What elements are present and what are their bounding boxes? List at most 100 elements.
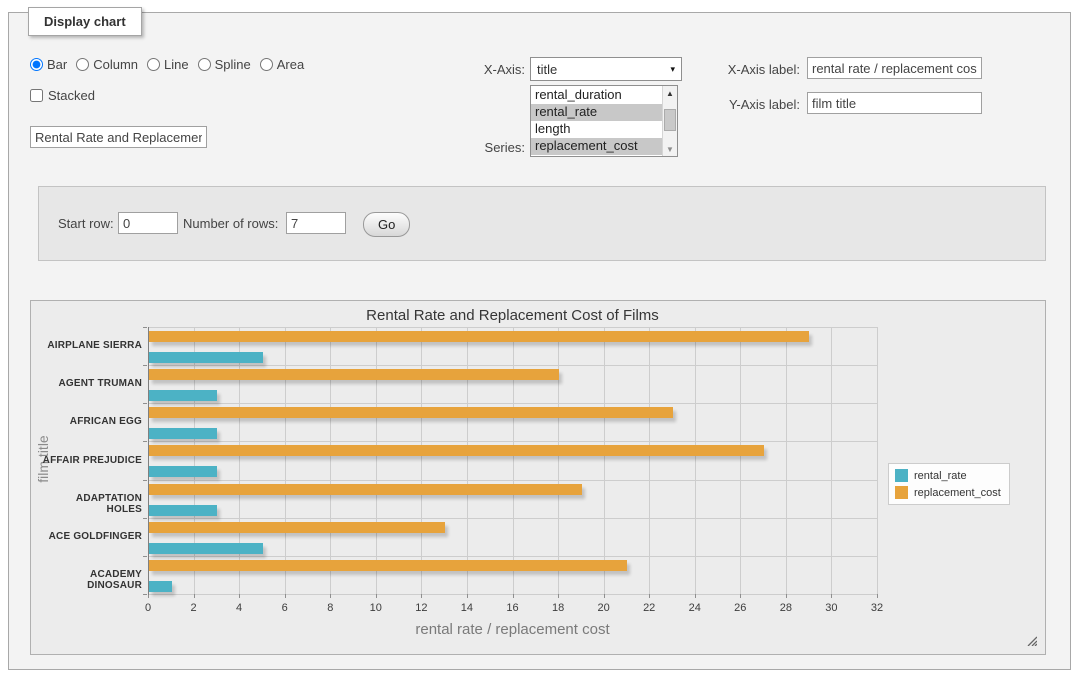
x-tick-label: 26 [725,602,755,614]
x-tick-label: 12 [406,602,436,614]
series-scrollbar[interactable]: ▲ ▼ [662,86,677,156]
bar-rental_rate [149,390,217,401]
category-label: ACADEMY DINOSAUR [40,569,142,591]
number-of-rows-input[interactable] [286,212,346,234]
bar-rental_rate [149,428,217,439]
category-label: AGENT TRUMAN [40,378,142,389]
radio-option-line[interactable]: Line [147,57,189,72]
x-tick-mark [695,594,696,598]
gridline-vertical [604,327,605,594]
column-radio[interactable] [76,58,89,71]
go-button[interactable]: Go [363,212,410,237]
gridline-vertical [467,327,468,594]
radio-option-bar[interactable]: Bar [30,57,67,72]
scrollbar-track[interactable] [663,100,678,142]
gridline-vertical [330,327,331,594]
gridline-vertical [285,327,286,594]
series-option-rental_rate[interactable]: rental_rate [531,104,662,121]
bar-rental_rate [149,543,263,554]
x-tick-label: 2 [179,602,209,614]
bar-radio-label: Bar [47,57,67,72]
chart-container[interactable]: Rental Rate and Replacement Cost of Film… [30,300,1046,655]
chart-legend: rental_rate replacement_cost [888,463,1010,505]
x-tick-label: 20 [589,602,619,614]
x-axis-select[interactable]: title ▾ [530,57,682,81]
x-tick-label: 6 [270,602,300,614]
radio-option-area[interactable]: Area [260,57,304,72]
x-tick-mark [786,594,787,598]
start-row-input[interactable] [118,212,178,234]
stacked-label: Stacked [48,88,95,103]
x-tick-mark [285,594,286,598]
x-tick-mark [239,594,240,598]
number-of-rows-label: Number of rows: [183,216,278,231]
gridline-vertical [513,327,514,594]
bar-replacement_cost [149,484,582,495]
category-label: ADAPTATION HOLES [40,493,142,515]
gridline-vertical [786,327,787,594]
x-axis-label-input[interactable] [807,57,982,79]
x-tick-mark [604,594,605,598]
bar-rental_rate [149,352,263,363]
gridline-vertical [831,327,832,594]
x-tick-label: 10 [361,602,391,614]
bar-rental_rate [149,505,217,516]
y-tick-mark [143,518,147,519]
gridline-vertical [376,327,377,594]
y-tick-mark [143,556,147,557]
row-range-panel: Start row: Number of rows: Go [38,186,1046,261]
gridline-vertical [877,327,878,594]
x-tick-mark [421,594,422,598]
x-tick-mark [376,594,377,598]
radio-option-spline[interactable]: Spline [198,57,251,72]
gridline-vertical [558,327,559,594]
x-tick-mark [194,594,195,598]
scrollbar-thumb[interactable] [664,109,676,131]
bar-replacement_cost [149,331,809,342]
stacked-checkbox-row: Stacked [30,88,95,103]
column-radio-label: Column [93,57,138,72]
resize-grip-icon[interactable] [1025,634,1037,646]
rental-rate-swatch-icon [895,469,908,482]
x-tick-mark [558,594,559,598]
y-tick-mark [143,480,147,481]
x-tick-label: 22 [634,602,664,614]
radio-option-column[interactable]: Column [76,57,138,72]
y-axis-label-input[interactable] [807,92,982,114]
scroll-up-icon[interactable]: ▲ [663,86,678,100]
bar-replacement_cost [149,522,445,533]
series-option-rental_duration[interactable]: rental_duration [531,87,662,104]
x-tick-mark [513,594,514,598]
stacked-checkbox[interactable] [30,89,43,102]
legend-label-rental-rate: rental_rate [914,470,967,482]
x-tick-mark [740,594,741,598]
y-tick-mark [143,365,147,366]
y-axis-line [148,327,149,595]
fieldset-legend: Display chart [28,7,142,36]
series-option-replacement_cost[interactable]: replacement_cost [531,138,662,155]
area-radio[interactable] [260,58,273,71]
line-radio[interactable] [147,58,160,71]
series-option-length[interactable]: length [531,121,662,138]
y-tick-mark [143,594,147,595]
category-label: ACE GOLDFINGER [40,531,142,542]
x-tick-label: 4 [224,602,254,614]
scroll-down-icon[interactable]: ▼ [663,142,678,156]
series-listbox[interactable]: rental_durationrental_ratelengthreplacem… [530,85,678,157]
x-tick-mark [831,594,832,598]
x-tick-label: 28 [771,602,801,614]
bar-rental_rate [149,581,172,592]
bar-radio[interactable] [30,58,43,71]
bar-replacement_cost [149,369,559,380]
x-axis-label-label: X-Axis label: [705,62,800,77]
chart-title-input[interactable] [30,126,207,148]
replacement-cost-swatch-icon [895,486,908,499]
spline-radio[interactable] [198,58,211,71]
chart-x-axis-title: rental rate / replacement cost [148,621,877,638]
x-tick-label: 18 [543,602,573,614]
x-axis-selected-value: title [537,62,557,77]
x-tick-mark [877,594,878,598]
x-tick-label: 30 [816,602,846,614]
line-radio-label: Line [164,57,189,72]
bar-replacement_cost [149,445,764,456]
